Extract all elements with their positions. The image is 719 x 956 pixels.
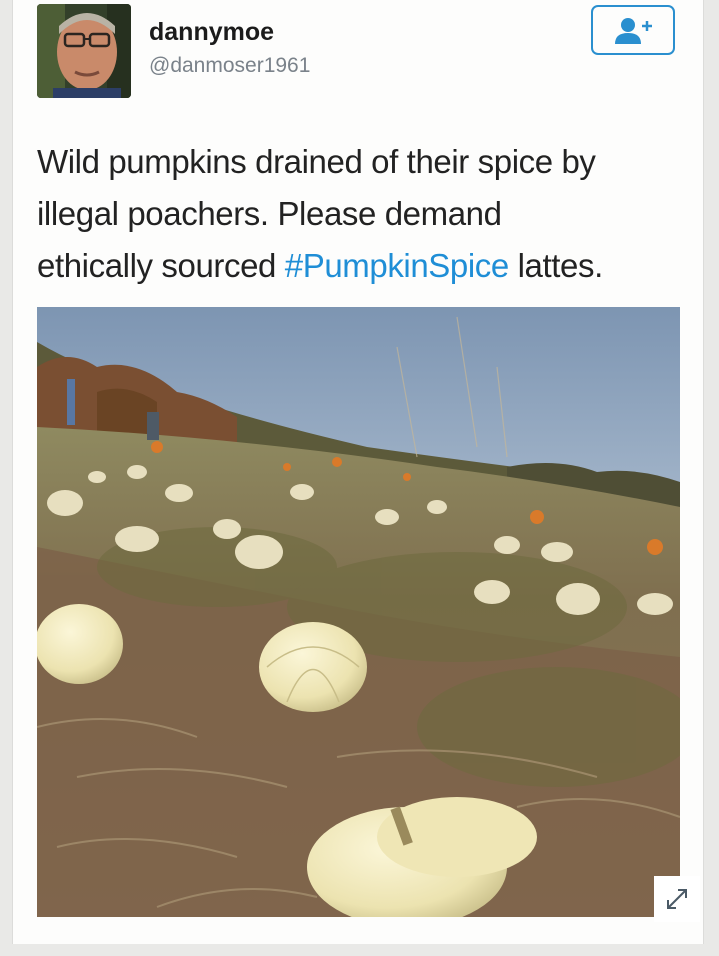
add-user-icon [615, 18, 652, 44]
display-name[interactable]: dannymoe [149, 18, 274, 47]
tweet-text-segment: lattes. [508, 247, 604, 284]
tweet-text: Wild pumpkins drained of their spice by … [37, 136, 697, 292]
expand-media-button[interactable] [654, 876, 700, 922]
pumpkin-field-image [37, 307, 680, 917]
tweet-photo[interactable] [37, 307, 680, 917]
tweet-text-segment: ethically sourced [37, 247, 285, 284]
tweet-text-line: illegal poachers. Please demand [37, 195, 502, 232]
follow-button[interactable] [591, 5, 675, 55]
tweet-text-line: Wild pumpkins drained of their spice by [37, 143, 596, 180]
tweet-text-line: ethically sourced #PumpkinSpice lattes. [37, 240, 697, 292]
hashtag-link[interactable]: #PumpkinSpice [285, 247, 509, 284]
avatar-photo [37, 4, 131, 98]
tweet-card: dannymoe @danmoser1961 Wild pumpkins dra… [12, 0, 704, 944]
avatar[interactable] [37, 4, 131, 98]
expand-arrows-icon [667, 889, 687, 909]
user-handle[interactable]: @danmoser1961 [149, 54, 310, 78]
